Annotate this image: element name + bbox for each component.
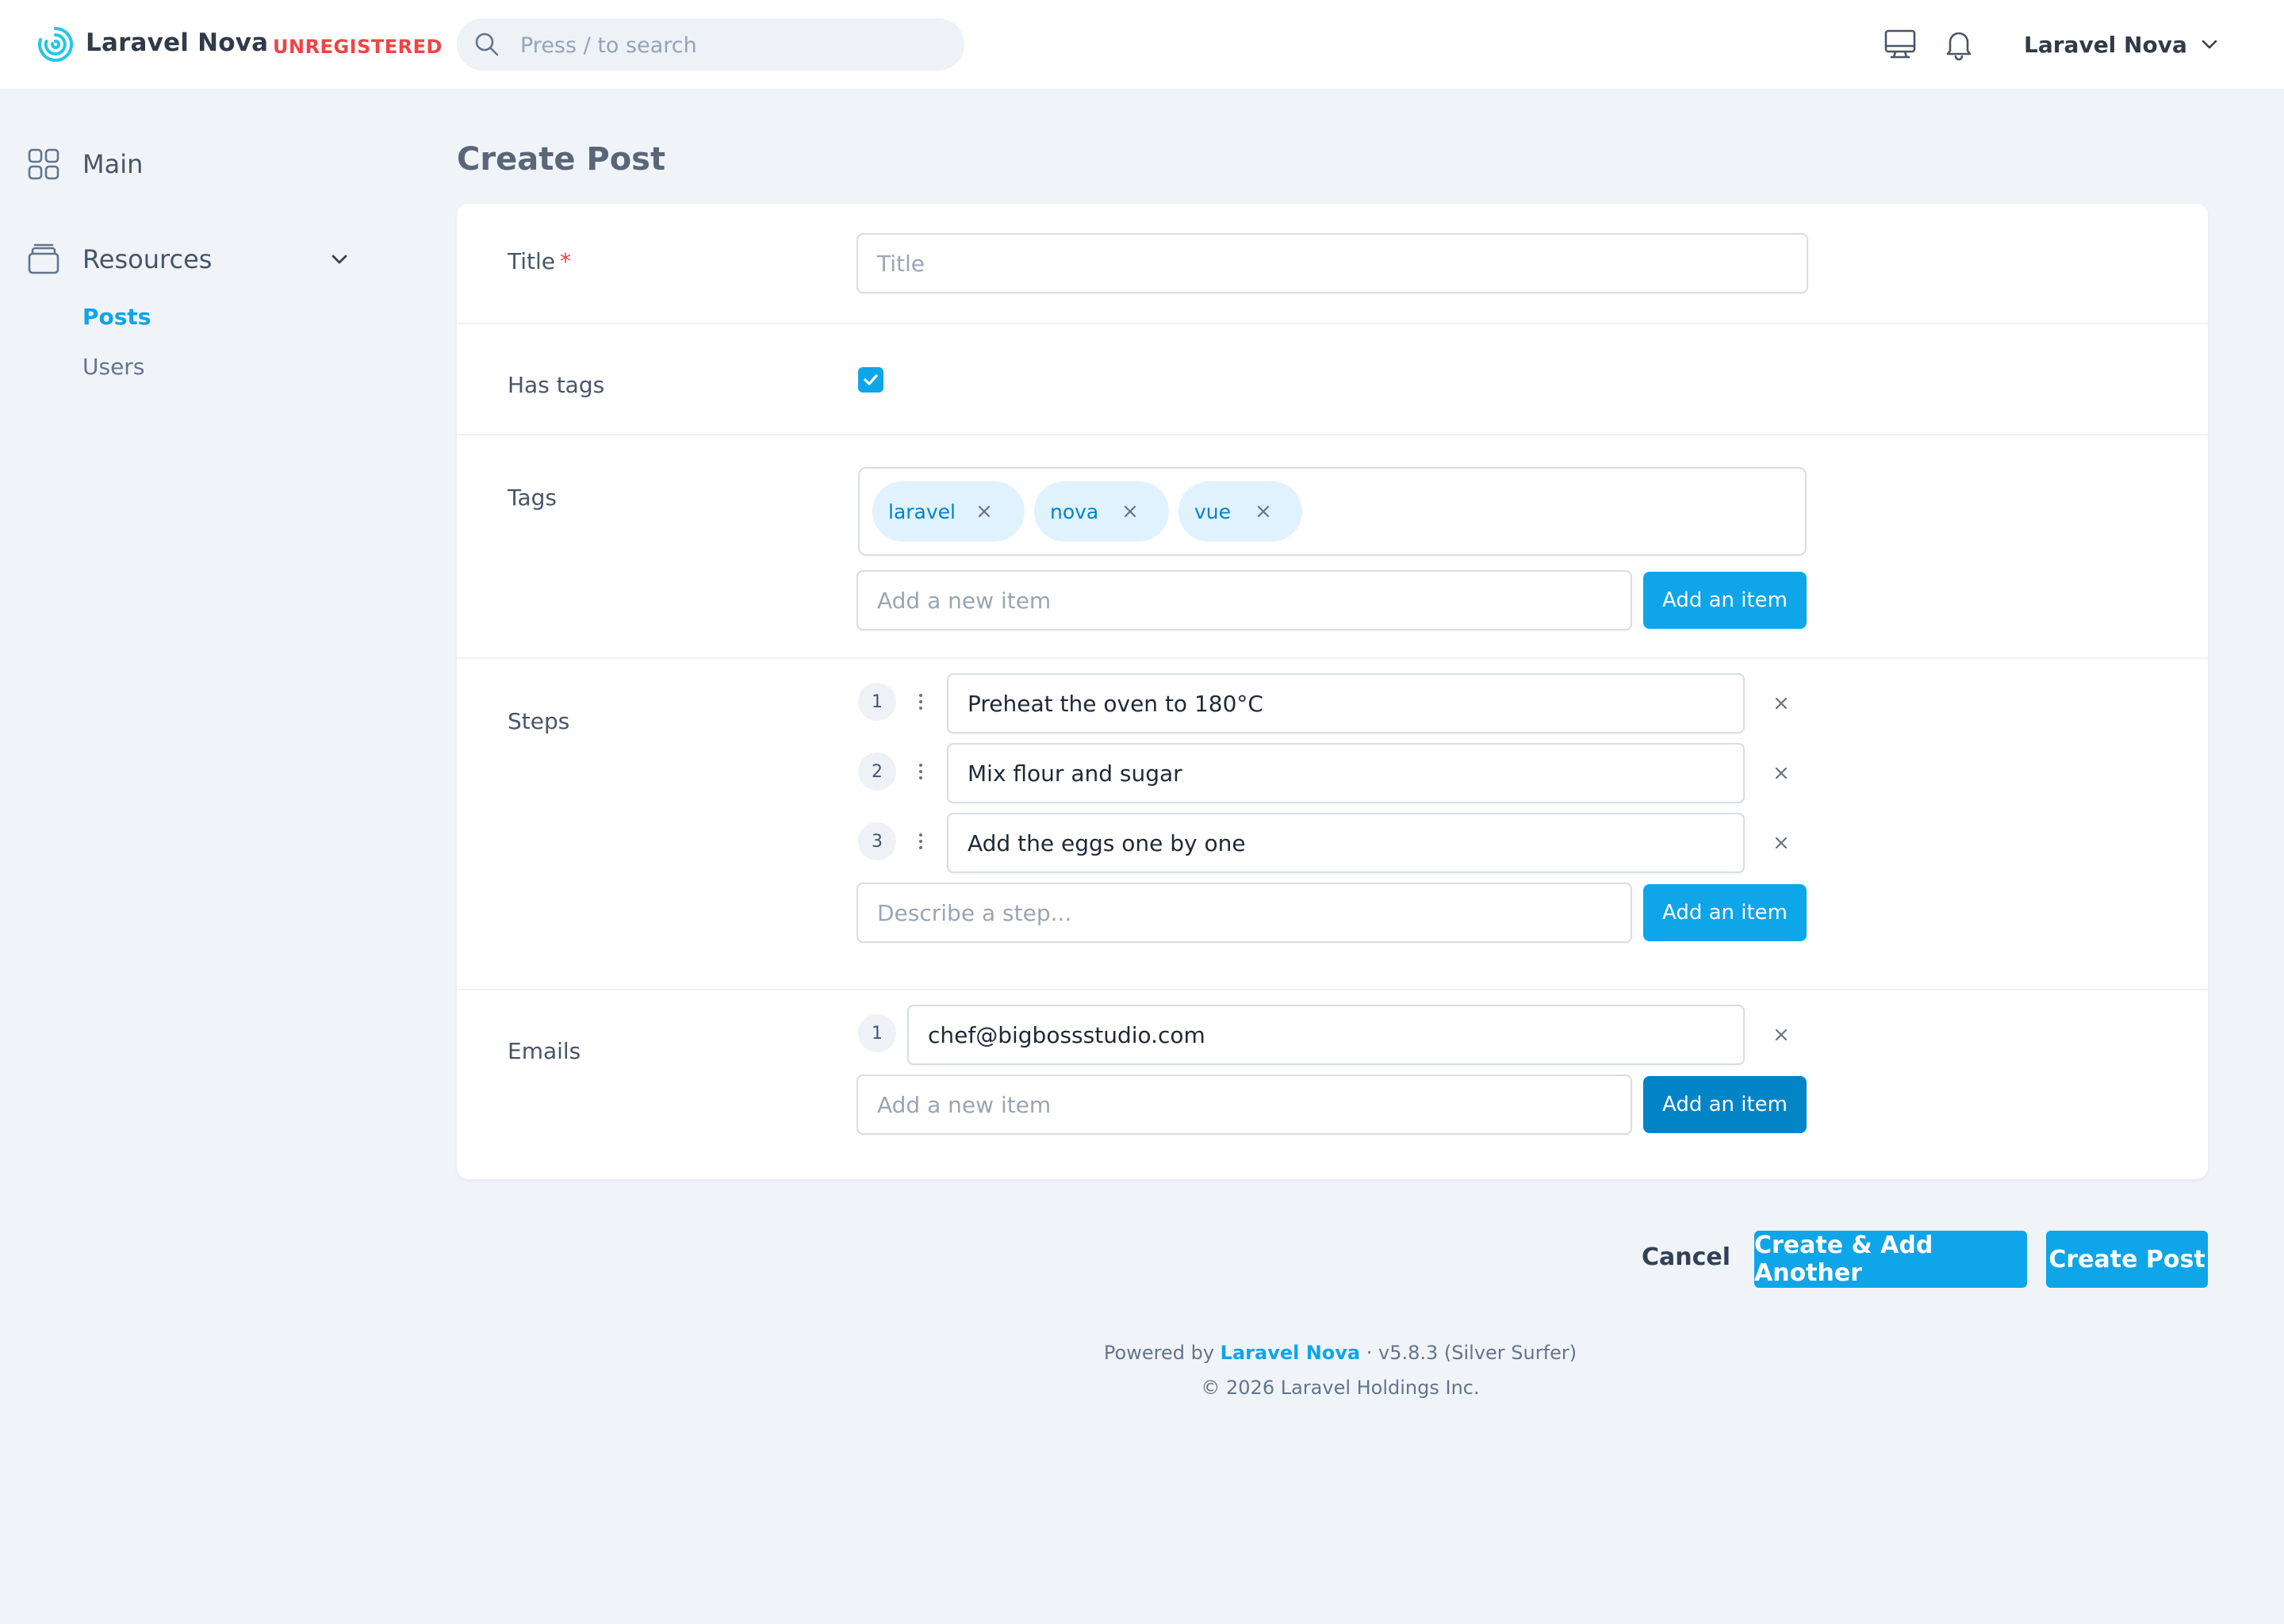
drag-handle-icon[interactable]: [914, 761, 927, 782]
close-icon[interactable]: [1772, 764, 1791, 783]
cancel-button[interactable]: Cancel: [1642, 1234, 1730, 1281]
add-step-button[interactable]: Add an item: [1643, 884, 1807, 941]
check-icon: [864, 374, 878, 385]
field-label-has-tags: Has tags: [508, 372, 605, 398]
close-icon[interactable]: [975, 503, 993, 520]
brand-name[interactable]: Laravel Nova: [86, 29, 268, 57]
field-row-tags: Tags laravel nova vue Add a new item Add…: [457, 435, 2208, 659]
top-header: Laravel Nova UNREGISTERED Press / to sea…: [0, 0, 2284, 89]
create-post-button[interactable]: Create Post: [2046, 1231, 2208, 1288]
footer-powered-prefix: Powered by: [1103, 1342, 1215, 1364]
tag-chip: vue: [1178, 481, 1302, 542]
tag-label: nova: [1050, 500, 1099, 523]
tag-chip: nova: [1034, 481, 1169, 542]
form-card: Title* Title Has tags Tags laravel nova: [457, 204, 2208, 1179]
new-email-input[interactable]: Add a new item: [856, 1074, 1632, 1135]
sidebar-item-label: Main: [82, 149, 144, 179]
sidebar-item-users[interactable]: Users: [82, 354, 144, 380]
field-row-steps: Steps 1 Preheat the oven to 180°C 2 Mix …: [457, 659, 2208, 990]
sidebar-group-resources[interactable]: Resources: [27, 243, 352, 276]
field-label-emails: Emails: [508, 1038, 581, 1064]
monitor-icon[interactable]: [1883, 27, 1918, 62]
field-label-title: Title *: [508, 248, 572, 274]
grid-icon: [28, 148, 59, 180]
tag-label: vue: [1194, 500, 1232, 523]
footer-powered-by: Powered by Laravel Nova · v5.8.3 (Silver…: [0, 1342, 2284, 1364]
has-tags-checkbox[interactable]: [858, 367, 883, 393]
step-input[interactable]: Preheat the oven to 180°C: [947, 673, 1745, 733]
create-and-add-another-button[interactable]: Create & Add Another: [1754, 1231, 2027, 1288]
close-icon[interactable]: [1772, 694, 1791, 713]
step-number: 1: [858, 683, 896, 721]
close-icon[interactable]: [1772, 833, 1791, 852]
bell-icon[interactable]: [1941, 27, 1976, 62]
search-icon: [475, 33, 499, 56]
new-tag-input[interactable]: Add a new item: [856, 570, 1632, 630]
license-badge: UNREGISTERED: [273, 36, 443, 58]
sidebar-item-label: Resources: [82, 244, 213, 274]
footer-nova-link[interactable]: Laravel Nova: [1221, 1342, 1360, 1364]
step-number: 2: [858, 753, 896, 791]
sidebar-item-main[interactable]: Main: [27, 147, 143, 181]
nova-logo-icon[interactable]: [36, 25, 75, 63]
field-label-tags: Tags: [508, 485, 557, 511]
step-input[interactable]: Add the eggs one by one: [947, 813, 1745, 873]
close-icon[interactable]: [1772, 1025, 1791, 1044]
add-email-button[interactable]: Add an item: [1643, 1076, 1807, 1133]
chevron-down-icon[interactable]: [327, 247, 352, 272]
email-input[interactable]: chef@bigbossstudio.com: [907, 1005, 1745, 1065]
field-row-title: Title * Title: [457, 204, 2208, 324]
user-name: Laravel Nova: [2024, 31, 2187, 58]
field-row-has-tags: Has tags: [457, 324, 2208, 435]
global-search[interactable]: Press / to search: [457, 18, 964, 71]
close-icon[interactable]: [1255, 503, 1272, 520]
tags-container[interactable]: laravel nova vue: [858, 467, 1807, 556]
archive-icon: [28, 243, 59, 274]
sidebar-item-posts[interactable]: Posts: [82, 304, 151, 330]
field-row-emails: Emails 1 chef@bigbossstudio.com Add a ne…: [457, 990, 2208, 1179]
email-number: 1: [858, 1014, 896, 1052]
add-tag-button[interactable]: Add an item: [1643, 572, 1807, 629]
search-placeholder: Press / to search: [520, 33, 697, 58]
drag-handle-icon[interactable]: [914, 691, 927, 712]
page-title: Create Post: [457, 141, 666, 178]
drag-handle-icon[interactable]: [914, 831, 927, 852]
title-input[interactable]: Title: [856, 233, 1808, 293]
step-number: 3: [858, 822, 896, 860]
footer-copyright: © 2026 Laravel Holdings Inc.: [1201, 1377, 1480, 1399]
tag-label: laravel: [888, 500, 956, 523]
new-step-input[interactable]: Describe a step...: [856, 883, 1632, 943]
tag-chip: laravel: [872, 481, 1025, 542]
user-menu[interactable]: Laravel Nova: [2024, 29, 2221, 60]
close-icon[interactable]: [1121, 503, 1139, 520]
step-input[interactable]: Mix flour and sugar: [947, 743, 1745, 803]
footer-version: · v5.8.3 (Silver Surfer): [1366, 1342, 1577, 1364]
chevron-down-icon: [2202, 40, 2217, 49]
required-mark: *: [560, 248, 572, 274]
field-label-steps: Steps: [508, 708, 570, 734]
